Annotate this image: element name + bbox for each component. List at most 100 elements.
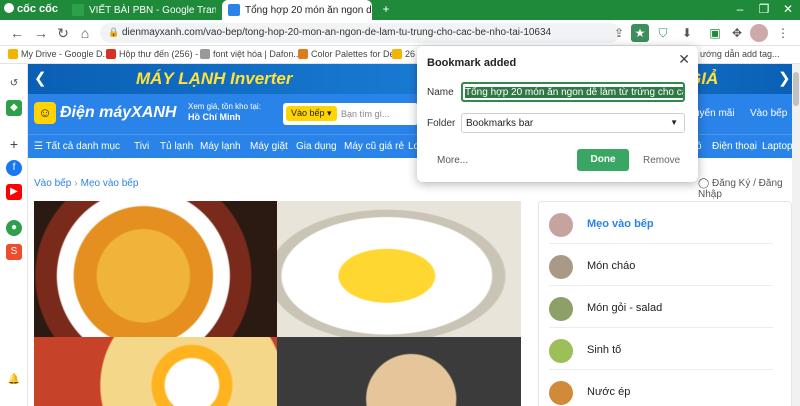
- article-image-eggs[interactable]: [277, 337, 521, 406]
- bookmark-item[interactable]: My Drive - Google D...: [8, 49, 110, 59]
- bookmark-star-icon[interactable]: ★: [631, 24, 649, 42]
- article-image-omelette[interactable]: [277, 201, 521, 337]
- bookmark-label: ướng dẫn add tag...: [700, 49, 780, 59]
- address-bar[interactable]: 🔒 dienmayxanh.com/vao-bep/tong-hop-20-mo…: [100, 23, 620, 43]
- back-icon[interactable]: ←: [8, 25, 26, 41]
- reload-icon[interactable]: ↻: [54, 25, 72, 42]
- shield-extension-icon[interactable]: ⛉: [654, 24, 672, 42]
- sidebar-item-mon-chao[interactable]: Món cháo: [539, 246, 793, 286]
- more-button[interactable]: More...: [437, 155, 468, 166]
- close-icon[interactable]: ✕: [678, 51, 690, 68]
- cat-dien-thoai[interactable]: Điện thoại: [712, 141, 757, 152]
- tab-strip: cốc cốc VIẾT BÀI PBN - Google Trang ✕ Tổ…: [0, 0, 800, 20]
- shopee-icon[interactable]: S: [6, 244, 22, 260]
- auth-link[interactable]: ◯ Đăng Ký / Đăng Nhập: [698, 178, 800, 200]
- puzzle-extensions-icon[interactable]: ✥: [728, 24, 746, 42]
- category-thumbnail: [549, 339, 573, 363]
- store-extension-icon[interactable]: ▣: [706, 24, 724, 42]
- category-thumbnail: [549, 255, 573, 279]
- scrollbar-thumb[interactable]: [793, 72, 799, 106]
- notification-bell-icon[interactable]: 🔔: [6, 372, 22, 388]
- remove-button[interactable]: Remove: [643, 155, 680, 166]
- cat-may-lanh[interactable]: Máy lạnh: [200, 141, 241, 152]
- sidebar-item-label: Nước ép: [587, 386, 631, 398]
- close-window-button[interactable]: ✕: [776, 2, 800, 16]
- dmx-favicon-icon: [228, 4, 240, 16]
- share-icon[interactable]: ⇪: [610, 24, 628, 42]
- sidebar-item-nuoc-ep[interactable]: Nước ép: [539, 372, 793, 406]
- location-selector[interactable]: Xem giá, tồn kho tại: Hồ Chí Minh: [188, 102, 261, 122]
- bookmark-item[interactable]: Color Palettes for De...: [298, 49, 402, 59]
- cat-laptop[interactable]: Laptop: [762, 141, 793, 152]
- banner-prev-icon[interactable]: ❮: [34, 69, 47, 87]
- bookmark-item[interactable]: 26: [392, 49, 415, 59]
- search-category-label: Vào bếp: [291, 108, 325, 118]
- article-image-egg-noodles[interactable]: [34, 337, 277, 406]
- all-categories-label: Tất cả danh mục: [45, 141, 121, 152]
- sidebar-item-mon-goi-salad[interactable]: Món gỏi - salad: [539, 288, 793, 328]
- minimize-button[interactable]: –: [728, 2, 752, 16]
- gmail-icon: [106, 49, 116, 59]
- add-icon[interactable]: +: [6, 136, 22, 152]
- browser-sidebar: ↺ ◆ + f ▶ ● S 🔔: [0, 64, 28, 406]
- download-icon[interactable]: ⬇: [678, 24, 696, 42]
- category-thumbnail: [549, 381, 573, 405]
- profile-avatar-icon[interactable]: [750, 24, 768, 42]
- bookmark-item[interactable]: Hộp thư đến (256) -: [106, 49, 198, 59]
- sidebar-item-label: Món cháo: [587, 260, 636, 272]
- bookmark-name-field[interactable]: Tổng hợp 20 món ăn ngon dễ làm từ trứng …: [461, 82, 685, 102]
- bookmark-label: Hộp thư đến (256) -: [119, 49, 199, 59]
- header-link-vao-bep[interactable]: Vào bếp: [750, 108, 787, 119]
- tab-tong-hop-20-mon[interactable]: Tổng hợp 20 món ăn ngon d ✕: [222, 0, 372, 20]
- facebook-icon[interactable]: f: [6, 160, 22, 176]
- cat-may-cu[interactable]: Máy cũ giá rẻ: [344, 141, 404, 152]
- site-search[interactable]: Vào bếp ▾ Bạn tìm gì...: [283, 103, 418, 125]
- tab-viet-bai-pbn[interactable]: VIẾT BÀI PBN - Google Trang ✕: [66, 0, 216, 20]
- breadcrumb: Vào bếp › Mẹo vào bếp: [34, 178, 139, 189]
- tab-label: Tổng hợp 20 món ăn ngon d: [245, 4, 372, 16]
- cat-gia-dung[interactable]: Gia dụng: [296, 141, 337, 152]
- breadcrumb-vao-bep[interactable]: Vào bếp: [34, 178, 71, 189]
- coccoc-app-icon[interactable]: ●: [6, 220, 22, 236]
- coccoc-logo[interactable]: cốc cốc: [4, 3, 58, 15]
- done-button[interactable]: Done: [577, 149, 629, 171]
- search-category-dropdown[interactable]: Vào bếp ▾: [286, 106, 337, 121]
- category-sidebar: Mẹo vào bếp Món cháo Món gỏi - salad Sin…: [538, 201, 792, 406]
- category-thumbnail: [549, 297, 573, 321]
- sidebar-item-label: Sinh tố: [587, 344, 622, 356]
- forward-icon[interactable]: →: [32, 25, 50, 41]
- banner-next-icon[interactable]: ❯: [778, 69, 791, 87]
- history-icon[interactable]: ↺: [6, 76, 22, 92]
- all-categories-button[interactable]: ☰ Tất cả danh mục: [34, 141, 120, 152]
- browser-toolbar: ← → ↻ ⌂ 🔒 dienmayxanh.com/vao-bep/tong-h…: [0, 20, 800, 59]
- folder-select[interactable]: Bookmarks bar ▼: [461, 113, 685, 133]
- article-image-noodles[interactable]: [34, 201, 277, 337]
- bookmark-item[interactable]: font việt hóa | Dafon...: [200, 49, 301, 59]
- folder-value: Bookmarks bar: [466, 118, 534, 129]
- dmx-logo-icon: ☺: [34, 102, 56, 124]
- cat-tivi[interactable]: Tivi: [134, 141, 149, 152]
- breadcrumb-meo-vao-bep[interactable]: Mẹo vào bếp: [81, 178, 139, 189]
- browser-brand: cốc cốc: [17, 3, 58, 15]
- name-label: Name: [427, 87, 454, 98]
- home-icon[interactable]: ⌂: [76, 25, 94, 41]
- chevron-down-icon: ▼: [670, 118, 678, 127]
- new-tab-button[interactable]: +: [374, 2, 398, 16]
- page-scrollbar[interactable]: [792, 64, 800, 406]
- bookmark-label: font việt hóa | Dafon...: [213, 49, 301, 59]
- site-logo[interactable]: ☺ Điện máyXANH: [34, 102, 176, 124]
- lock-icon[interactable]: 🔒: [108, 27, 119, 38]
- bookmark-item[interactable]: ướng dẫn add tag...: [700, 49, 779, 59]
- location-value: Hồ Chí Minh: [188, 112, 241, 122]
- maximize-button[interactable]: ❐: [752, 2, 776, 16]
- palette-icon: [298, 49, 308, 59]
- cat-tu-lanh[interactable]: Tủ lạnh: [160, 141, 193, 152]
- sidebar-item-meo-vao-bep[interactable]: Mẹo vào bếp: [539, 204, 793, 244]
- cat-may-giat[interactable]: Máy giặt: [250, 141, 288, 152]
- youtube-icon[interactable]: ▶: [6, 184, 22, 200]
- sidebar-item-sinh-to[interactable]: Sinh tố: [539, 330, 793, 370]
- header-link-promo[interactable]: uyến mãi: [694, 108, 735, 119]
- menu-kebab-icon[interactable]: ⋮: [774, 24, 792, 42]
- drive-icon: [392, 49, 402, 59]
- game-icon[interactable]: ◆: [6, 100, 22, 116]
